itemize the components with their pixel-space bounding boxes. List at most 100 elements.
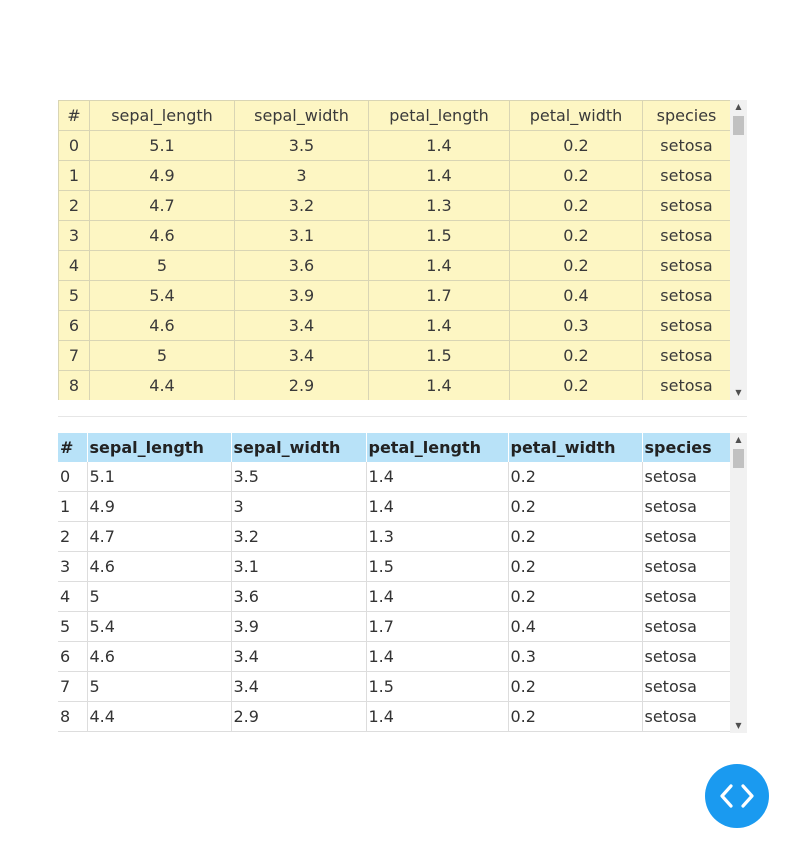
table-2: # sepal_length sepal_width petal_length … [58, 433, 731, 732]
cell-petal-length: 1.4 [368, 370, 510, 400]
cell-species: setosa [642, 370, 731, 400]
cell-species: setosa [642, 190, 731, 221]
table-row: 6 4.6 3.4 1.4 0.3 setosa [58, 641, 731, 672]
cell-petal-width: 0.2 [508, 491, 643, 522]
table-row: 5 5.4 3.9 1.7 0.4 setosa [58, 611, 731, 642]
cell-index: 3 [58, 551, 88, 582]
cell-sepal-length: 5 [87, 581, 232, 612]
cell-sepal-width: 3.4 [234, 340, 369, 371]
cell-sepal-length: 4.6 [87, 641, 232, 672]
cell-petal-length: 1.4 [366, 462, 509, 492]
cell-sepal-length: 5 [89, 340, 235, 371]
column-header-petal-length[interactable]: petal_length [368, 100, 510, 131]
table-row: 1 4.9 3 1.4 0.2 setosa [58, 491, 731, 522]
cell-index: 1 [58, 160, 90, 191]
cell-petal-width: 0.2 [509, 340, 643, 371]
cell-species: setosa [642, 462, 731, 492]
table-row: 0 5.1 3.5 1.4 0.2 setosa [58, 130, 731, 161]
column-header-index[interactable]: # [58, 100, 90, 131]
cell-species: setosa [642, 160, 731, 191]
table-row: 5 5.4 3.9 1.7 0.4 setosa [58, 280, 731, 311]
cell-sepal-length: 4.4 [89, 370, 235, 400]
cell-sepal-length: 4.7 [87, 521, 232, 552]
table-2-scrollbar[interactable]: ▲ ▼ [730, 433, 747, 733]
cell-sepal-width: 3 [234, 160, 369, 191]
cell-index: 4 [58, 250, 90, 281]
table-row: 6 4.6 3.4 1.4 0.3 setosa [58, 310, 731, 341]
cell-petal-length: 1.5 [366, 551, 509, 582]
cell-species: setosa [642, 340, 731, 371]
cell-sepal-width: 3.9 [234, 280, 369, 311]
cell-index: 2 [58, 521, 88, 552]
cell-sepal-width: 2.9 [234, 370, 369, 400]
cell-index: 5 [58, 280, 90, 311]
cell-petal-width: 0.2 [509, 250, 643, 281]
cell-index: 7 [58, 340, 90, 371]
code-brackets-icon [720, 784, 754, 808]
cell-petal-width: 0.2 [508, 521, 643, 552]
column-header-sepal-length[interactable]: sepal_length [87, 433, 232, 462]
scrollbar-thumb[interactable] [733, 116, 744, 135]
cell-sepal-length: 4.6 [89, 220, 235, 251]
triangle-up-icon[interactable]: ▲ [730, 433, 747, 447]
cell-sepal-width: 3.9 [231, 611, 367, 642]
cell-petal-width: 0.2 [508, 551, 643, 582]
cell-sepal-length: 5.4 [87, 611, 232, 642]
cell-sepal-length: 4.6 [89, 310, 235, 341]
cell-sepal-length: 5.1 [89, 130, 235, 161]
cell-species: setosa [642, 641, 731, 672]
cell-sepal-width: 3.5 [234, 130, 369, 161]
cell-sepal-width: 3.6 [231, 581, 367, 612]
cell-petal-width: 0.2 [509, 370, 643, 400]
triangle-down-icon[interactable]: ▼ [730, 386, 747, 400]
cell-species: setosa [642, 250, 731, 281]
column-header-species[interactable]: species [642, 100, 731, 131]
code-toggle-button[interactable] [705, 764, 769, 828]
table-row: 7 5 3.4 1.5 0.2 setosa [58, 340, 731, 371]
table-row: 2 4.7 3.2 1.3 0.2 setosa [58, 190, 731, 221]
cell-species: setosa [642, 581, 731, 612]
table-row: 0 5.1 3.5 1.4 0.2 setosa [58, 462, 731, 492]
cell-sepal-width: 3.1 [234, 220, 369, 251]
column-header-sepal-length[interactable]: sepal_length [89, 100, 235, 131]
cell-petal-length: 1.3 [366, 521, 509, 552]
cell-sepal-length: 5 [87, 671, 232, 702]
table-1-header-row: # sepal_length sepal_width petal_length … [58, 100, 731, 131]
cell-petal-length: 1.4 [366, 581, 509, 612]
cell-species: setosa [642, 521, 731, 552]
cell-index: 3 [58, 220, 90, 251]
column-header-species[interactable]: species [642, 433, 731, 462]
triangle-down-icon[interactable]: ▼ [730, 719, 747, 733]
scrollbar-thumb[interactable] [733, 449, 744, 468]
cell-sepal-width: 3.6 [234, 250, 369, 281]
cell-petal-length: 1.5 [368, 340, 510, 371]
cell-petal-length: 1.5 [366, 671, 509, 702]
column-header-index[interactable]: # [58, 433, 88, 462]
cell-sepal-length: 5.4 [89, 280, 235, 311]
cell-species: setosa [642, 671, 731, 702]
table-1-scroll-container[interactable]: # sepal_length sepal_width petal_length … [58, 100, 747, 400]
column-header-sepal-width[interactable]: sepal_width [231, 433, 367, 462]
cell-sepal-length: 5 [89, 250, 235, 281]
cell-petal-length: 1.4 [366, 701, 509, 732]
cell-petal-width: 0.2 [509, 220, 643, 251]
column-header-petal-length[interactable]: petal_length [366, 433, 509, 462]
table-row: 4 5 3.6 1.4 0.2 setosa [58, 250, 731, 281]
cell-petal-length: 1.4 [368, 250, 510, 281]
table-2-scroll-container[interactable]: # sepal_length sepal_width petal_length … [58, 433, 747, 733]
cell-sepal-width: 3.4 [231, 641, 367, 672]
cell-petal-width: 0.2 [509, 160, 643, 191]
cell-sepal-width: 3.1 [231, 551, 367, 582]
cell-species: setosa [642, 310, 731, 341]
cell-species: setosa [642, 611, 731, 642]
cell-petal-width: 0.2 [508, 671, 643, 702]
table-row: 1 4.9 3 1.4 0.2 setosa [58, 160, 731, 191]
cell-sepal-length: 4.6 [87, 551, 232, 582]
table-1: # sepal_length sepal_width petal_length … [58, 100, 731, 400]
column-header-sepal-width[interactable]: sepal_width [234, 100, 369, 131]
column-header-petal-width[interactable]: petal_width [509, 100, 643, 131]
column-header-petal-width[interactable]: petal_width [508, 433, 643, 462]
table-1-scrollbar[interactable]: ▲ ▼ [730, 100, 747, 400]
table-row: 4 5 3.6 1.4 0.2 setosa [58, 581, 731, 612]
triangle-up-icon[interactable]: ▲ [730, 100, 747, 114]
